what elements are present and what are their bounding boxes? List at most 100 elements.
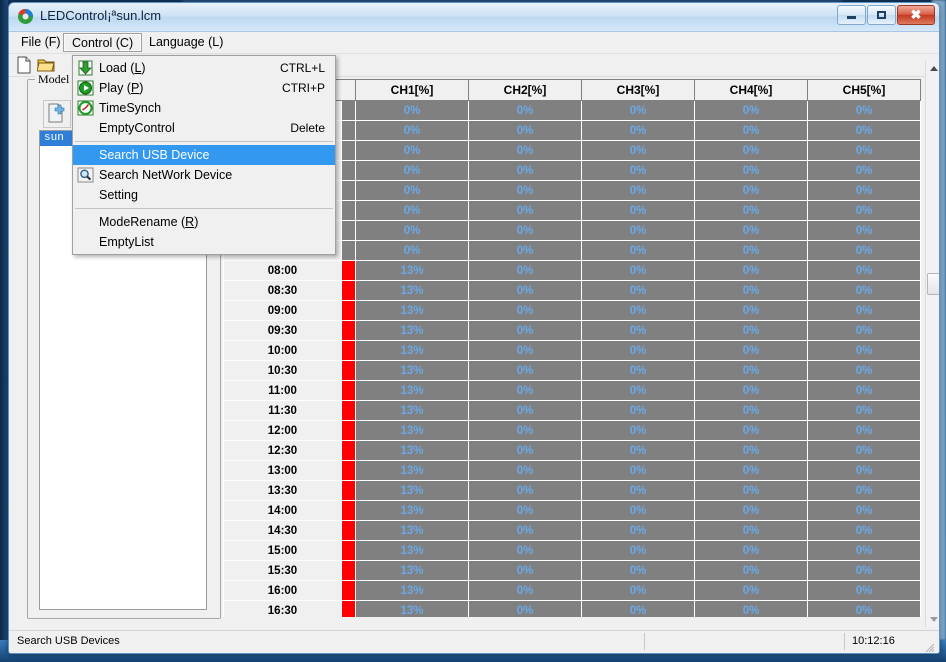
table-row[interactable]: 08:00 13% 0% 0% 0% 0% [223,260,921,281]
cell-ch4[interactable]: 0% [694,380,808,401]
cell-ch2[interactable]: 0% [468,120,582,141]
cell-ch4[interactable]: 0% [694,100,808,121]
cell-active-flag[interactable] [341,240,356,261]
table-row[interactable]: 12:00 13% 0% 0% 0% 0% [223,420,921,441]
cell-ch1[interactable]: 13% [355,460,469,481]
cell-active-flag[interactable] [341,200,356,221]
cell-ch5[interactable]: 0% [807,500,921,521]
menu-item-emptylist[interactable]: EmptyList [73,232,335,252]
cell-active-flag[interactable] [341,340,356,361]
table-row[interactable]: 10:30 13% 0% 0% 0% 0% [223,360,921,381]
cell-time[interactable]: 13:00 [223,460,342,481]
cell-ch4[interactable]: 0% [694,420,808,441]
cell-ch3[interactable]: 0% [581,140,695,161]
cell-ch1[interactable]: 0% [355,100,469,121]
table-row[interactable]: 11:00 13% 0% 0% 0% 0% [223,380,921,401]
cell-ch5[interactable]: 0% [807,120,921,141]
cell-time[interactable]: 11:30 [223,400,342,421]
cell-ch2[interactable]: 0% [468,360,582,381]
cell-active-flag[interactable] [341,480,356,501]
cell-ch5[interactable]: 0% [807,140,921,161]
cell-ch5[interactable]: 0% [807,480,921,501]
cell-ch3[interactable]: 0% [581,240,695,261]
cell-ch4[interactable]: 0% [694,460,808,481]
cell-ch3[interactable]: 0% [581,480,695,501]
cell-ch4[interactable]: 0% [694,360,808,381]
cell-ch1[interactable]: 13% [355,340,469,361]
table-header-ch4[interactable]: CH4[%] [694,79,808,101]
cell-ch5[interactable]: 0% [807,600,921,617]
cell-active-flag[interactable] [341,360,356,381]
menu-item-timesynch[interactable]: TimeSynch [73,98,335,118]
cell-ch5[interactable]: 0% [807,580,921,601]
cell-ch2[interactable]: 0% [468,180,582,201]
cell-ch4[interactable]: 0% [694,200,808,221]
cell-ch5[interactable]: 0% [807,220,921,241]
cell-ch1[interactable]: 13% [355,520,469,541]
cell-ch1[interactable]: 13% [355,440,469,461]
cell-ch3[interactable]: 0% [581,100,695,121]
cell-active-flag[interactable] [341,440,356,461]
cell-ch4[interactable]: 0% [694,540,808,561]
table-row[interactable]: 10:00 13% 0% 0% 0% 0% [223,340,921,361]
cell-ch3[interactable]: 0% [581,300,695,321]
cell-ch5[interactable]: 0% [807,520,921,541]
cell-ch2[interactable]: 0% [468,460,582,481]
cell-ch3[interactable]: 0% [581,360,695,381]
cell-ch3[interactable]: 0% [581,500,695,521]
cell-ch2[interactable]: 0% [468,500,582,521]
cell-ch3[interactable]: 0% [581,540,695,561]
cell-ch3[interactable]: 0% [581,380,695,401]
cell-ch4[interactable]: 0% [694,140,808,161]
cell-ch2[interactable]: 0% [468,440,582,461]
cell-active-flag[interactable] [341,220,356,241]
control-dropdown-menu[interactable]: Load (L) CTRL+L Play (P) CTRI+P TimeSynch Emp… [72,55,336,255]
cell-ch5[interactable]: 0% [807,200,921,221]
cell-ch5[interactable]: 0% [807,300,921,321]
table-row[interactable]: 12:30 13% 0% 0% 0% 0% [223,440,921,461]
cell-ch2[interactable]: 0% [468,280,582,301]
table-header-ch5[interactable]: CH5[%] [807,79,921,101]
cell-active-flag[interactable] [341,120,356,141]
table-row[interactable]: 09:30 13% 0% 0% 0% 0% [223,320,921,341]
cell-ch4[interactable]: 0% [694,560,808,581]
cell-ch1[interactable]: 0% [355,180,469,201]
menu-item-search-usb-device[interactable]: Search USB Device [73,145,335,165]
cell-ch3[interactable]: 0% [581,440,695,461]
close-button[interactable]: ✖ [897,5,935,25]
cell-ch1[interactable]: 0% [355,160,469,181]
cell-time[interactable]: 15:30 [223,560,342,581]
cell-time[interactable]: 16:30 [223,600,342,617]
table-row[interactable]: 14:00 13% 0% 0% 0% 0% [223,500,921,521]
cell-ch2[interactable]: 0% [468,400,582,421]
table-row[interactable]: 16:30 13% 0% 0% 0% 0% [223,600,921,617]
cell-active-flag[interactable] [341,600,356,617]
cell-ch2[interactable]: 0% [468,420,582,441]
cell-ch2[interactable]: 0% [468,380,582,401]
cell-ch4[interactable]: 0% [694,340,808,361]
cell-ch2[interactable]: 0% [468,480,582,501]
cell-ch2[interactable]: 0% [468,600,582,617]
cell-time[interactable]: 12:30 [223,440,342,461]
menu-file[interactable]: File (F) [13,33,69,52]
cell-ch4[interactable]: 0% [694,260,808,281]
cell-ch2[interactable]: 0% [468,200,582,221]
cell-ch5[interactable]: 0% [807,540,921,561]
cell-ch4[interactable]: 0% [694,160,808,181]
table-row[interactable]: 15:30 13% 0% 0% 0% 0% [223,560,921,581]
menu-item-search-network-device[interactable]: Search NetWork Device [73,165,335,185]
cell-ch2[interactable]: 0% [468,160,582,181]
cell-ch2[interactable]: 0% [468,100,582,121]
cell-ch3[interactable]: 0% [581,200,695,221]
table-row[interactable]: 15:00 13% 0% 0% 0% 0% [223,540,921,561]
cell-ch2[interactable]: 0% [468,540,582,561]
table-header-ch1[interactable]: CH1[%] [355,79,469,101]
cell-ch3[interactable]: 0% [581,180,695,201]
cell-ch5[interactable]: 0% [807,340,921,361]
cell-time[interactable]: 11:00 [223,380,342,401]
cell-ch5[interactable]: 0% [807,260,921,281]
cell-active-flag[interactable] [341,280,356,301]
resize-grip-icon[interactable] [925,640,935,653]
table-row[interactable]: 13:00 13% 0% 0% 0% 0% [223,460,921,481]
cell-ch4[interactable]: 0% [694,440,808,461]
